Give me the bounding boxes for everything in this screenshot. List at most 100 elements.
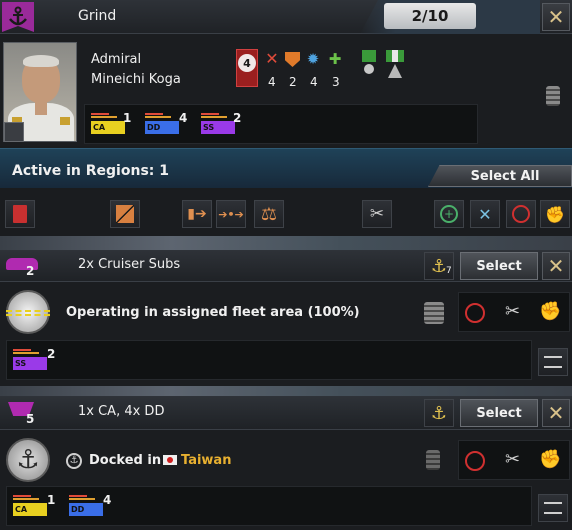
delete-fleet-button[interactable] xyxy=(5,200,35,228)
fleet-title[interactable]: Grind xyxy=(78,8,116,24)
ship-badge-dd[interactable]: DD xyxy=(145,113,179,135)
repair-icon[interactable]: ✂ xyxy=(505,449,520,470)
fleet-2-status-place[interactable]: Taiwan xyxy=(181,453,231,468)
ship-badge-dd[interactable]: DD xyxy=(69,495,103,517)
anchor-icon: ⚓ xyxy=(16,445,40,475)
merge-button[interactable]: ➔•➔ xyxy=(216,200,246,228)
fleet-1-leader-level: 7 xyxy=(446,266,452,276)
fleet-counter: 2/10 xyxy=(384,3,476,29)
merge-icon: ➔•➔ xyxy=(218,207,244,221)
fleet-1-body: Operating in assigned fleet area (100%) … xyxy=(0,282,572,386)
fleet-1-select-label: Select xyxy=(476,258,522,274)
ship-count-dd: 4 xyxy=(103,493,112,507)
ship-count-ss: 2 xyxy=(47,347,56,361)
close-icon: ✕ xyxy=(547,254,565,278)
no-mission-button[interactable] xyxy=(506,200,536,228)
add-mission-button[interactable]: + xyxy=(434,200,464,228)
fleet-1-mission-icon[interactable] xyxy=(6,290,50,334)
fleet-1-count: 2 xyxy=(26,264,35,278)
strike-icon[interactable]: ✊ xyxy=(539,301,561,322)
strike-icon[interactable]: ✊ xyxy=(539,449,561,470)
fleet-counter-text: 2/10 xyxy=(411,7,449,25)
fleet-2-supply-icon xyxy=(426,450,440,470)
close-button[interactable]: ✕ xyxy=(542,3,570,31)
map-strip xyxy=(0,236,572,250)
ship-count-ca: 1 xyxy=(123,111,132,125)
map-strip xyxy=(0,386,572,396)
ship-type-dd: DD xyxy=(69,503,103,516)
delete-icon xyxy=(13,205,27,223)
balance-icon: ⚖ xyxy=(260,203,278,225)
trait-icon xyxy=(386,50,404,84)
repair-icon: ✂ xyxy=(369,204,385,224)
close-icon: ✕ xyxy=(547,5,565,29)
no-mission-icon[interactable] xyxy=(465,303,485,323)
port-status-icon: ⚓ xyxy=(66,453,82,469)
fleet-1-header: 2 2x Cruiser Subs ⚓ 7 Select ✕ xyxy=(0,250,572,282)
japan-flag-icon xyxy=(163,455,177,465)
ship-count-ss: 2 xyxy=(233,111,242,125)
fleet-1-mission-slot: ✂ ✊ xyxy=(458,292,570,332)
coordination-icon: ✚ xyxy=(328,50,342,68)
select-all-button[interactable]: Select All xyxy=(428,165,572,187)
defense-icon xyxy=(285,52,300,67)
anchor-gold-icon: ⚓ xyxy=(430,402,448,424)
split-icon xyxy=(116,205,134,223)
attack-icon: ✕ xyxy=(265,49,279,68)
fleet-2-mission-icon[interactable]: ⚓ xyxy=(6,438,50,482)
add-icon: + xyxy=(440,205,458,223)
fleet-2-ship-designer-button[interactable] xyxy=(538,494,568,522)
ship-type-ss: SS xyxy=(13,357,47,370)
balance-button[interactable]: ⚖ xyxy=(254,200,284,228)
repair-button[interactable]: ✂ xyxy=(362,200,392,228)
split-fleet-button[interactable] xyxy=(110,200,140,228)
stat-defense-value: 2 xyxy=(289,75,297,89)
ship-type-ca: CA xyxy=(13,503,47,516)
ships-icon xyxy=(544,502,562,514)
fleet-2-leader-button[interactable]: ⚓ xyxy=(424,399,454,427)
ship-badge-ss[interactable]: SS xyxy=(13,349,47,371)
repair-icon[interactable]: ✂ xyxy=(505,301,520,322)
ships-icon xyxy=(544,356,562,368)
level-circle: 4 xyxy=(238,54,256,72)
admiral-name[interactable]: Mineichi Koga xyxy=(91,72,181,87)
fleet-2-count: 5 xyxy=(26,412,35,426)
no-mission-icon[interactable] xyxy=(465,451,485,471)
fleet-2-body: ⚓ ⚓ Docked in Taiwan ✂ ✊ CA 1 DD 4 xyxy=(0,430,572,530)
fleet-1-close-button[interactable]: ✕ xyxy=(542,252,570,280)
portrait-badge-icon xyxy=(4,122,24,142)
anchor-icon xyxy=(2,2,34,32)
fleet-2-select-button[interactable]: Select xyxy=(460,399,538,427)
detach-button[interactable]: ▮➔ xyxy=(182,200,212,228)
fleet-2-select-label: Select xyxy=(476,405,522,421)
coin-stack-icon xyxy=(546,86,560,106)
detach-icon: ▮➔ xyxy=(187,206,207,222)
admiral-level-badge: 4 xyxy=(236,49,258,87)
ship-type-ca: CA xyxy=(91,121,125,134)
fleet-1-supply-icon xyxy=(424,302,444,324)
ship-badge-ss[interactable]: SS xyxy=(201,113,235,135)
stat-coordination-value: 3 xyxy=(332,75,340,89)
medal-icon xyxy=(362,50,376,84)
fleet-1-ship-designer-button[interactable] xyxy=(538,348,568,376)
strike-button[interactable]: ✊ xyxy=(540,200,570,228)
admiral-rank: Admiral xyxy=(91,52,142,67)
fleet-2-close-button[interactable]: ✕ xyxy=(542,399,570,427)
select-all-label: Select All xyxy=(470,168,540,184)
fleet-header: Grind 2/10 ✕ xyxy=(0,0,572,34)
fleet-2-header: 5 1x CA, 4x DD ⚓ Select ✕ xyxy=(0,396,572,430)
admiral-ships-slot: CA 1 DD 4 SS 2 xyxy=(84,104,478,144)
fleet-1-select-button[interactable]: Select xyxy=(460,252,538,280)
fleet-1-ships-slot: SS 2 xyxy=(6,340,532,380)
maneuver-icon: ✹ xyxy=(306,50,320,68)
strike-icon: ✊ xyxy=(545,204,565,224)
anchor-gold-icon: ⚓ xyxy=(430,255,448,277)
fleet-2-status-prefix: Docked in xyxy=(89,453,162,468)
ship-type-dd: DD xyxy=(145,121,179,134)
patrol-button[interactable]: ✕ xyxy=(470,200,500,228)
stat-maneuver-value: 4 xyxy=(310,75,318,89)
ship-badge-ca[interactable]: CA xyxy=(13,495,47,517)
admiral-panel: Admiral Mineichi Koga 4 ✕ 4 2 ✹ 4 ✚ 3 CA… xyxy=(0,34,572,146)
ship-badge-ca[interactable]: CA xyxy=(91,113,125,135)
close-icon: ✕ xyxy=(547,401,565,425)
